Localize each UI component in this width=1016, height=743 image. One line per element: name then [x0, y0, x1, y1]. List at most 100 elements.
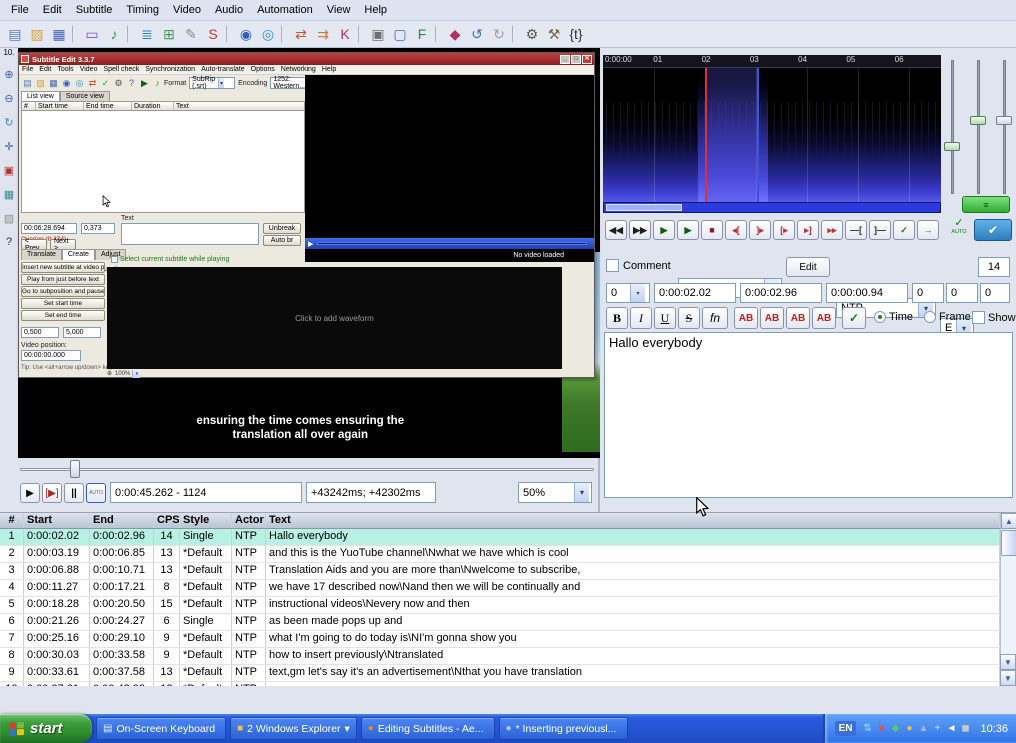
secondary-color-button[interactable]: AB [760, 307, 784, 329]
undo-icon[interactable]: ↺ [466, 24, 488, 45]
rotate-icon[interactable]: ↻ [1, 114, 17, 130]
frame-radio[interactable]: Frame [924, 311, 971, 323]
kanji-timer-icon[interactable]: K [334, 24, 356, 45]
snapshot-icon[interactable]: ▦ [1, 186, 17, 202]
table-row[interactable]: 7 0:00:25.16 0:00:29.10 9 *Default NTP w… [0, 631, 1000, 648]
se-spell-icon[interactable]: ✓ [99, 77, 112, 90]
se-video-position-field[interactable]: 00:00:00.000 [21, 350, 81, 361]
video-seek-bar[interactable] [18, 458, 596, 480]
options-icon[interactable]: ⚙ [521, 24, 543, 45]
se-zoom-icon[interactable]: ⊕ [107, 370, 112, 377]
scroll-down-button[interactable]: ▼ [1000, 670, 1016, 686]
se-menu-item[interactable]: Video [77, 66, 101, 73]
clock[interactable]: 10:36 [980, 723, 1008, 735]
menu-item[interactable]: Help [357, 2, 394, 18]
grid-scrollbar[interactable]: ▲ ▼ ▼ [1000, 513, 1016, 686]
se-menu-item[interactable]: Options [248, 66, 278, 73]
se-visual-sync-icon[interactable]: ⇄ [86, 77, 99, 90]
color-box-icon[interactable]: ▣ [1, 162, 17, 178]
sep[interactable] [358, 25, 365, 43]
audio-spectrogram[interactable]: 0:00:00010203040506 [603, 55, 941, 202]
audio-scroll-thumb[interactable] [606, 204, 682, 211]
fonts-collector-icon[interactable]: F [411, 24, 433, 45]
margin-right-field[interactable]: 0 [946, 283, 978, 303]
task-windows-explorer-group[interactable]: ■ 2 Windows Explorer ▾ [230, 717, 357, 740]
style-edit-button[interactable]: Edit [786, 257, 830, 277]
margin-left-field[interactable]: 0 [912, 283, 944, 303]
underline-button[interactable]: U [654, 307, 676, 329]
se-new-icon[interactable]: ▤ [21, 77, 34, 90]
se-create-button[interactable]: Set end time [21, 310, 105, 321]
redo-icon[interactable]: ↻ [488, 24, 510, 45]
timing-postprocessor-icon[interactable]: ⇉ [312, 24, 334, 45]
audio-lead-out-button[interactable]: ]— [869, 220, 891, 240]
audio-play-line-button[interactable]: ▶ [677, 220, 699, 240]
menu-item[interactable]: Automation [250, 2, 320, 18]
layer-spinner[interactable]: 0 [606, 283, 650, 303]
layers-icon[interactable]: ▨ [1, 210, 17, 226]
se-menu-item[interactable]: Networking [278, 66, 319, 73]
start-button[interactable]: start [0, 714, 92, 743]
audio-prev-line-button[interactable]: ◀◀ [605, 220, 627, 240]
audio-play-last-500-button[interactable]: ▸] [797, 220, 819, 240]
chevron-down-icon[interactable] [218, 78, 224, 88]
audio-vzoom-slider-thumb[interactable] [970, 116, 986, 125]
seek-thumb[interactable] [70, 460, 80, 478]
menu-item[interactable]: View [320, 2, 358, 18]
se-maximize-button[interactable]: □ [571, 55, 581, 64]
open-audio-icon[interactable]: ♪ [103, 24, 125, 45]
shift-times-icon[interactable]: ⇄ [290, 24, 312, 45]
se-menu-item[interactable]: Help [319, 66, 339, 73]
toggle-tags-icon[interactable]: {t} [565, 24, 587, 45]
tray-scheduler-icon[interactable]: ◼ [958, 723, 972, 734]
audio-next-line-button[interactable]: ▶▶ [629, 220, 651, 240]
menu-item[interactable]: Subtitle [69, 2, 120, 18]
se-select-current-checkbox[interactable]: Select current subtitle while playing [111, 256, 229, 263]
resample-resolution-icon[interactable]: ▢ [389, 24, 411, 45]
sep[interactable] [226, 25, 233, 43]
duration-field[interactable]: 0:00:00.94 [826, 283, 908, 303]
audio-scrollbar[interactable] [603, 202, 941, 213]
audio-auto-commit-toggle[interactable]: ✓ AUTO [948, 218, 970, 235]
se-menu-item[interactable]: Auto-translate [198, 66, 248, 73]
se-open-icon[interactable]: ▨ [34, 77, 47, 90]
tray-network-icon[interactable]: ⇅ [860, 723, 874, 734]
se-start-time-field[interactable]: 00:06:28.694 [21, 223, 77, 234]
video-play-line-button[interactable]: [▶] [42, 483, 62, 503]
move-tool-icon[interactable]: ✛ [1, 138, 17, 154]
se-video-player[interactable]: ▶ [305, 75, 594, 249]
audio-lead-in-button[interactable]: —[ [845, 220, 867, 240]
time-radio[interactable]: Time [874, 311, 913, 323]
select-lines-icon[interactable]: ▣ [367, 24, 389, 45]
se-duration-field[interactable]: 0,373 [81, 223, 115, 234]
sep[interactable] [512, 25, 519, 43]
se-player-play-icon[interactable]: ▶ [308, 240, 313, 248]
se-settings-icon[interactable]: ⚙ [112, 77, 125, 90]
chevron-down-icon[interactable] [574, 483, 589, 502]
se-waveform-icon[interactable]: ♪ [151, 77, 164, 90]
subtitle-edit-window[interactable]: Subtitle Edit 3.3.7 _ □ ✕ FileEditToolsV… [18, 52, 595, 378]
language-indicator[interactable]: EN [835, 721, 857, 736]
se-menu-item[interactable]: Tools [54, 66, 76, 73]
se-play-icon[interactable]: ▶ [138, 77, 151, 90]
sep[interactable] [435, 25, 442, 43]
video-play-button[interactable]: ▶ [20, 483, 40, 503]
task-aegisub-inserting[interactable]: ● * Inserting previousl... [499, 717, 628, 740]
se-title-bar[interactable]: Subtitle Edit 3.3.7 _ □ ✕ [19, 53, 594, 65]
se-format-combo[interactable]: SubRip (.srt) [189, 77, 235, 89]
se-create-button[interactable]: Play from just before text [21, 274, 105, 285]
outline-color-button[interactable]: AB [786, 307, 810, 329]
se-autobr-button[interactable]: Auto br [263, 235, 301, 246]
spell-checker-icon[interactable]: S [202, 24, 224, 45]
tray-antivirus-icon[interactable]: ■ [874, 723, 888, 734]
table-row[interactable]: 5 0:00:18.28 0:00:20.50 15 *Default NTP … [0, 597, 1000, 614]
automation-icon[interactable]: ◆ [444, 24, 466, 45]
font-face-button[interactable]: fn [702, 307, 728, 329]
se-unbreak-button[interactable]: Unbreak [263, 223, 301, 234]
se-spin-field-1[interactable]: 0,500 [21, 327, 59, 338]
table-row[interactable]: 9 0:00:33.61 0:00:37.58 13 *Default NTP … [0, 665, 1000, 682]
audio-play-to-end-button[interactable]: ▸▸ [821, 220, 843, 240]
audio-goto-button[interactable]: → [917, 220, 939, 240]
se-waveform-area[interactable]: Click to add waveform [107, 267, 562, 369]
start-time-field[interactable]: 0:00:02.02 [654, 283, 736, 303]
